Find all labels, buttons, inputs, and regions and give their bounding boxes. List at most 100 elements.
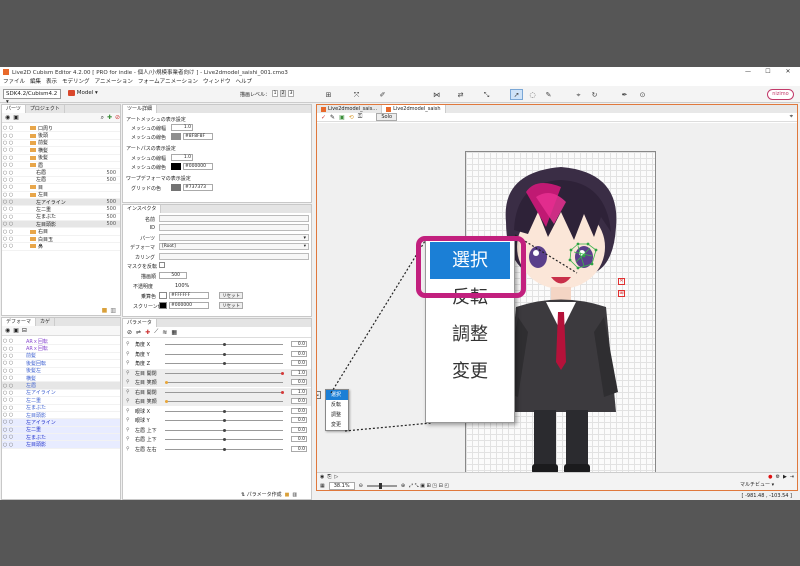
zoom-in-icon[interactable]: ⊕: [401, 483, 405, 489]
menu-edit[interactable]: 編集: [30, 77, 41, 85]
parameter-value[interactable]: 0.0: [291, 417, 307, 423]
parameter-value[interactable]: 0.0: [291, 360, 307, 366]
list-item[interactable]: ○ ○ 後頭: [2, 132, 120, 140]
tab-project[interactable]: プロジェクト: [26, 105, 65, 113]
tab-deformer[interactable]: デフォーマ: [2, 318, 37, 326]
add-key-icon[interactable]: ✚: [145, 329, 150, 336]
list-item[interactable]: ○ ○ 横髪: [2, 375, 120, 383]
delete-part-icon[interactable]: ⊘: [115, 114, 120, 121]
parameter-row[interactable]: ⚲ 左眉 上下 0.0: [123, 426, 311, 435]
parameter-row[interactable]: ⚲ 眼球 X 0.0: [123, 407, 311, 416]
parameter-slider[interactable]: [165, 391, 283, 393]
list-item[interactable]: ○ ○ 右眉 500: [2, 169, 120, 177]
maximize-button[interactable]: ☐: [758, 67, 778, 76]
zoom-out-icon[interactable]: ⊖: [359, 483, 363, 489]
parameter-row[interactable]: ⚲ 眼球 Y 0.0: [123, 416, 311, 425]
menu-animation[interactable]: アニメーション: [95, 77, 133, 85]
parameter-row[interactable]: ⚲ 右目 開閉 1.0: [123, 387, 311, 397]
capture-icon[interactable]: ⎘: [327, 474, 331, 480]
play-icon[interactable]: ▶: [783, 474, 787, 480]
parameter-value[interactable]: 0.0: [291, 398, 307, 404]
list-item[interactable]: ○ ○ 後髪回転: [2, 360, 120, 368]
path-color-input[interactable]: #000000: [183, 163, 213, 170]
multiply-color-input[interactable]: #FFFFFF: [169, 292, 209, 299]
parameter-slider[interactable]: [165, 372, 283, 374]
parameter-value[interactable]: 0.0: [291, 379, 307, 385]
rotate-tool-icon[interactable]: ↻: [588, 89, 601, 100]
list-item[interactable]: ○ ○ 前髪: [2, 140, 120, 148]
menu-view[interactable]: 表示: [46, 77, 57, 85]
parameter-knob[interactable]: [223, 438, 226, 441]
parameter-knob[interactable]: [281, 390, 284, 394]
parameter-row[interactable]: ⚲ 左目 開閉 1.0: [123, 368, 311, 378]
tab-tool-settings[interactable]: ツール詳細: [123, 105, 158, 113]
brush-tool-icon[interactable]: ✎: [542, 89, 555, 100]
arrow-tool-icon[interactable]: ➚: [510, 89, 523, 100]
list-item[interactable]: ○ ○ ARｘ回転: [2, 338, 120, 346]
list-item[interactable]: ○ ○ 後髪: [2, 155, 120, 162]
parameter-slider[interactable]: [165, 401, 283, 402]
screen-color-input[interactable]: #000000: [169, 302, 209, 309]
list-item[interactable]: ○ ○ 右目: [2, 228, 120, 236]
list-item[interactable]: ○ ○ 横髪: [2, 147, 120, 155]
search-icon[interactable]: ⌕: [101, 114, 104, 122]
list-item[interactable]: ○ ○ 左まぶた 500: [2, 214, 120, 222]
parameter-row[interactable]: ⚲ 右目 笑顔 0.0: [123, 397, 311, 406]
grid-icon[interactable]: ▦: [171, 329, 177, 336]
parameter-knob[interactable]: [281, 371, 284, 375]
list-item[interactable]: ○ ○ 左アイライン 500: [2, 198, 120, 207]
screen-reset-button[interactable]: リセット: [219, 302, 243, 309]
list-item[interactable]: ○ ○ 左二重: [2, 397, 120, 405]
record-stop-icon[interactable]: ●: [768, 474, 772, 480]
quality-2-button[interactable]: 2: [280, 90, 286, 97]
tab-parameters[interactable]: パラメータ: [123, 319, 157, 327]
multiply-color-swatch[interactable]: [159, 292, 167, 299]
tab-shadow[interactable]: カゲ: [36, 318, 56, 326]
parameter-row[interactable]: ⚲ 角度 X 0.0: [123, 340, 311, 349]
list-item[interactable]: ○ ○ 後髪左: [2, 368, 120, 375]
list-item[interactable]: ○ ○ 左アイライン: [2, 419, 120, 427]
mesh-tool-icon[interactable]: ⊞: [322, 89, 335, 100]
mask-invert-checkbox[interactable]: [159, 262, 165, 268]
menu-help[interactable]: ヘルプ: [235, 77, 252, 85]
parameter-knob[interactable]: [223, 362, 226, 365]
tab-parts[interactable]: パーツ: [2, 105, 26, 113]
mesh-color-swatch[interactable]: [171, 133, 181, 140]
parameter-knob[interactable]: [165, 400, 168, 403]
list-item[interactable]: ○ ○ 左目頭影: [2, 412, 120, 420]
quality-3-button[interactable]: 3: [288, 90, 294, 97]
parameter-value[interactable]: 1.0: [291, 369, 307, 376]
list-item[interactable]: ○ ○ 鼻: [2, 243, 120, 251]
mesh-width-input[interactable]: 1.0: [171, 124, 193, 131]
warp-tool-icon[interactable]: ✐: [376, 89, 389, 100]
new-folder-icon[interactable]: ■: [285, 492, 290, 498]
parameter-knob[interactable]: [223, 352, 226, 356]
list-item[interactable]: ○ ○ 左目頭影 500: [2, 221, 120, 229]
collapse-icon[interactable]: ⊟: [22, 327, 27, 334]
parameter-value[interactable]: 0.0: [291, 436, 307, 442]
grid-color-input[interactable]: #737373: [183, 184, 213, 191]
parts-select[interactable]: ▾: [159, 234, 309, 241]
zoom-slider[interactable]: [366, 483, 397, 489]
link-icon[interactable]: ⇌: [136, 329, 141, 336]
link-tool-icon[interactable]: ⤡: [480, 89, 493, 100]
sdk-version-select[interactable]: SDK4.2/Cubism4.2 ▾: [3, 89, 61, 105]
list-item[interactable]: ○ ○ 左アイライン: [2, 390, 120, 398]
mesh-color-input[interactable]: #8F8F8F: [183, 133, 213, 140]
menu-modeling[interactable]: モデリング: [62, 77, 90, 85]
parameter-row[interactable]: ⚲ 左眉 左右 0.0: [123, 445, 311, 454]
list-item[interactable]: ○ ○ 左眉 500: [2, 177, 120, 185]
eye-toggle-icon[interactable]: ◉: [5, 114, 10, 121]
parameter-value[interactable]: 0.0: [291, 426, 307, 433]
list-item[interactable]: ○ ○ 前髪: [2, 353, 120, 361]
list-item[interactable]: ○ ○ 白目玉: [2, 236, 120, 244]
parameter-knob[interactable]: [223, 428, 226, 432]
deform-tool-icon[interactable]: ⤧: [350, 89, 363, 100]
point-tool-icon[interactable]: ⊙: [636, 89, 649, 100]
list-item[interactable]: ○ ○ 左二重: [2, 426, 120, 435]
pin-tool-icon[interactable]: ⌖: [572, 89, 585, 100]
list-item[interactable]: ○ ○ 左二重 500: [2, 206, 120, 214]
add-part-icon[interactable]: ✚: [107, 114, 112, 121]
menu-form-animation[interactable]: フォームアニメーション: [138, 77, 198, 85]
parameter-knob[interactable]: [165, 381, 168, 384]
